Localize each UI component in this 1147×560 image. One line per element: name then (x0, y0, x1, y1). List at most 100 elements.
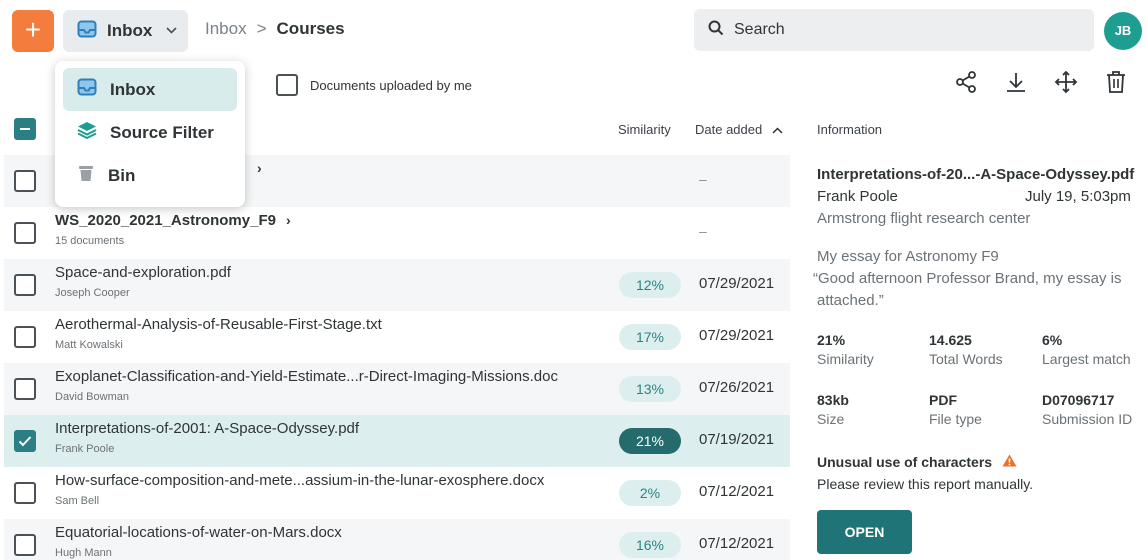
menu-item-source-filter[interactable]: Source Filter (63, 111, 237, 154)
row-date: 07/19/2021 (699, 431, 775, 448)
menu-item-label: Inbox (110, 79, 156, 99)
table-row[interactable]: Exoplanet-Classification-and-Yield-Estim… (4, 363, 790, 415)
search-icon (708, 20, 724, 41)
delete-icon[interactable] (1102, 68, 1130, 96)
info-message-line-2: attached.” (817, 292, 884, 309)
search-label: Search (734, 21, 785, 38)
table-row[interactable]: How-surface-composition-and-mete...assiu… (4, 467, 790, 519)
open-button[interactable]: OPEN (817, 510, 912, 554)
similarity-badge: 12% (619, 272, 681, 298)
information-header: Information (817, 122, 883, 137)
inbox-dropdown-label: Inbox (107, 21, 153, 40)
similarity-badge: 16% (619, 532, 681, 558)
row-title: Space-and-exploration.pdf (55, 264, 231, 281)
info-filename: Interpretations-of-20...-A-Space-Odyssey… (817, 166, 1135, 183)
row-date: 07/26/2021 (699, 379, 775, 396)
similarity-badge: 21% (619, 428, 681, 454)
stat-size: 83kb Size (817, 392, 849, 427)
row-checkbox-checked[interactable] (14, 430, 36, 452)
avatar[interactable]: JB (1104, 12, 1142, 50)
row-checkbox[interactable] (14, 274, 36, 296)
menu-item-bin[interactable]: Bin (63, 154, 237, 197)
row-title: Equatorial-locations-of-water-on-Mars.do… (55, 524, 342, 541)
row-title: How-surface-composition-and-mete...assiu… (55, 472, 545, 489)
toolbar (952, 68, 1130, 96)
row-author: Joseph Cooper (55, 287, 130, 299)
row-author: Matt Kowalski (55, 339, 123, 351)
info-datetime: July 19, 5:03pm (1025, 188, 1131, 205)
row-date: 07/12/2021 (699, 535, 775, 552)
inbox-menu: Inbox Source Filter Bin (55, 61, 245, 207)
chevron-right-icon: › (285, 212, 291, 228)
row-date: 07/29/2021 (699, 275, 775, 292)
information-panel: Information Interpretations-of-20...-A-S… (813, 122, 1147, 554)
similarity-badge: 17% (619, 324, 681, 350)
stat-total-words: 14.625 Total Words (929, 332, 1003, 367)
similarity-badge: 2% (619, 480, 681, 506)
select-all-checkbox[interactable] (14, 118, 36, 140)
table-row[interactable]: Space-and-exploration.pdf Joseph Cooper … (4, 259, 790, 311)
stat-similarity: 21% Similarity (817, 332, 874, 367)
breadcrumb-current: Courses (276, 19, 345, 38)
warning-icon (1002, 454, 1017, 470)
row-checkbox[interactable] (14, 222, 36, 244)
row-author: Frank Poole (55, 443, 115, 455)
table-row-selected[interactable]: Interpretations-of-2001: A-Space-Odyssey… (4, 415, 790, 467)
warning-text: Please review this report manually. (817, 476, 1034, 492)
download-icon[interactable] (1002, 68, 1030, 96)
share-icon[interactable] (952, 68, 980, 96)
menu-item-label: Source Filter (110, 122, 214, 142)
row-date: – (699, 223, 707, 239)
table-row[interactable]: Aerothermal-Analysis-of-Reusable-First-S… (4, 311, 790, 363)
chevron-right-icon: › (257, 160, 262, 176)
warning-title: Unusual use of characters (817, 454, 1017, 470)
row-checkbox[interactable] (14, 482, 36, 504)
column-date-label: Date added (695, 122, 763, 137)
sort-ascending-icon (772, 122, 783, 137)
menu-item-label: Bin (108, 165, 136, 185)
info-message-line-1: “Good afternoon Professor Brand, my essa… (813, 270, 1122, 287)
row-date: – (699, 171, 707, 187)
breadcrumb-parent[interactable]: Inbox (205, 19, 247, 39)
move-icon[interactable] (1052, 68, 1080, 96)
column-similarity[interactable]: Similarity (618, 122, 671, 137)
row-author: Hugh Mann (55, 547, 112, 559)
row-checkbox[interactable] (14, 170, 36, 192)
uploaded-by-me-filter[interactable]: Documents uploaded by me (276, 74, 472, 96)
stat-largest-match: 6% Largest match (1042, 332, 1131, 367)
checkmark-icon (18, 436, 32, 447)
row-checkbox[interactable] (14, 378, 36, 400)
row-title: Aerothermal-Analysis-of-Reusable-First-S… (55, 316, 382, 333)
row-subtitle: 15 documents (55, 235, 125, 247)
row-date: 07/29/2021 (699, 327, 775, 344)
stat-file-type: PDF File type (929, 392, 982, 427)
stat-submission-id: D07096717 Submission ID (1042, 392, 1133, 427)
filter-label: Documents uploaded by me (310, 77, 472, 93)
row-author: Sam Bell (55, 495, 100, 507)
info-organization: Armstrong flight research center (817, 210, 1031, 227)
layers-icon (77, 121, 97, 144)
menu-item-inbox[interactable]: Inbox (63, 68, 237, 111)
add-button[interactable]: + (12, 10, 54, 52)
breadcrumb-separator: > (256, 19, 267, 38)
similarity-badge: 13% (619, 376, 681, 402)
row-title: WS_2020_2021_Astronomy_F9 › (55, 212, 291, 229)
inbox-dropdown[interactable]: Inbox (63, 10, 188, 52)
row-checkbox[interactable] (14, 534, 36, 556)
bin-icon (77, 164, 95, 187)
chevron-down-icon (166, 25, 177, 37)
info-essay-title: My essay for Astronomy F9 (817, 248, 999, 265)
search-input[interactable]: Search (694, 9, 1094, 51)
row-author: David Bowman (55, 391, 129, 403)
inbox-icon (77, 78, 97, 101)
row-title: Exoplanet-Classification-and-Yield-Estim… (55, 368, 558, 385)
table-row[interactable]: Equatorial-locations-of-water-on-Mars.do… (4, 519, 790, 560)
inbox-icon (77, 20, 97, 43)
column-date-added[interactable]: Date added (695, 122, 783, 137)
row-checkbox[interactable] (14, 326, 36, 348)
folder-row[interactable]: WS_2020_2021_Astronomy_F9 › 15 documents … (4, 207, 790, 259)
row-title: Interpretations-of-2001: A-Space-Odyssey… (55, 420, 360, 437)
uploaded-by-me-checkbox[interactable] (276, 74, 298, 96)
row-date: 07/12/2021 (699, 483, 775, 500)
breadcrumb: Inbox > Courses (205, 19, 345, 39)
